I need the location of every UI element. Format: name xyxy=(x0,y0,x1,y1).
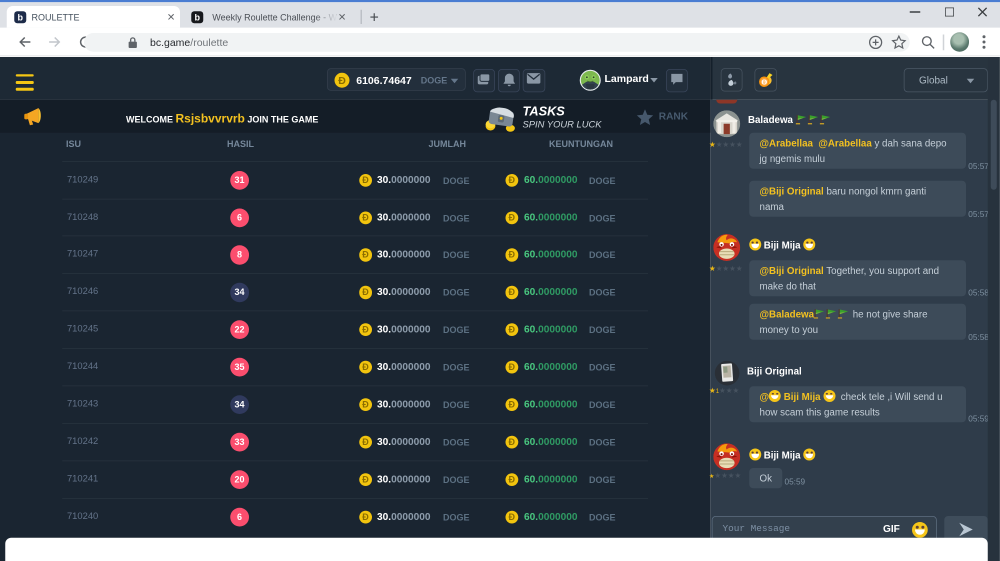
svg-text:Ɵ: Ɵ xyxy=(761,78,767,87)
